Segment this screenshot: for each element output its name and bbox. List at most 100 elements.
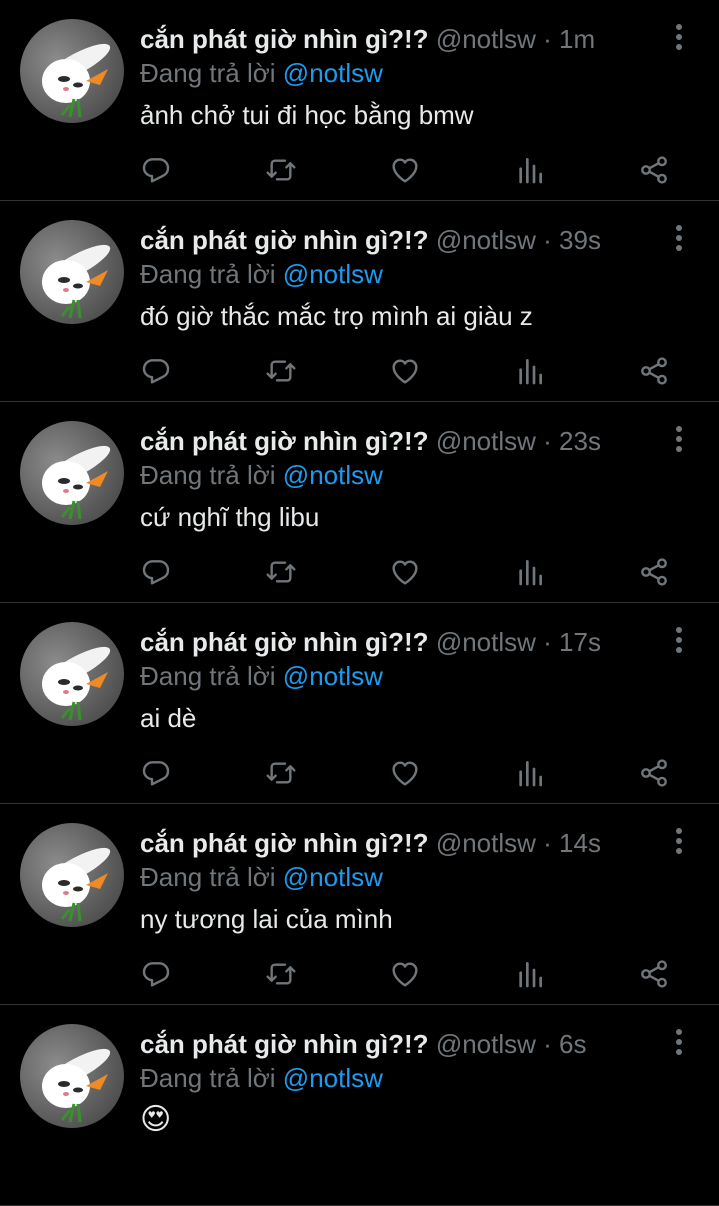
- reply-mention-link[interactable]: @notlsw: [283, 661, 383, 691]
- display-name[interactable]: cắn phát giờ nhìn gì?!?: [140, 426, 429, 456]
- reply-icon: [142, 962, 170, 987]
- reply-mention-link[interactable]: @notlsw: [283, 460, 383, 490]
- separator-dot: ·: [543, 828, 552, 858]
- avatar[interactable]: [20, 1024, 124, 1128]
- display-name[interactable]: cắn phát giờ nhìn gì?!?: [140, 225, 429, 255]
- avatar[interactable]: [20, 19, 124, 123]
- tweet[interactable]: cắn phát giờ nhìn gì?!? @notlsw · 39s Đa…: [0, 201, 719, 402]
- more-options-button[interactable]: [667, 625, 691, 655]
- user-handle[interactable]: @notlsw: [436, 627, 536, 657]
- avatar[interactable]: [20, 220, 124, 324]
- avatar[interactable]: [20, 823, 124, 927]
- reply-mention-link[interactable]: @notlsw: [283, 259, 383, 289]
- share-icon: [641, 156, 667, 184]
- separator-dot: ·: [543, 24, 552, 54]
- reply-button[interactable]: [138, 353, 174, 389]
- tweet-text: đó giờ thắc mắc trọ mình ai giàu z: [140, 301, 533, 331]
- replying-to: Đang trả lời @notlsw: [140, 56, 383, 90]
- user-handle[interactable]: @notlsw: [436, 426, 536, 456]
- heart-icon: [392, 158, 418, 183]
- more-vertical-icon: [676, 1029, 682, 1055]
- tweet[interactable]: cắn phát giờ nhìn gì?!? @notlsw · 23s Đa…: [0, 402, 719, 603]
- tweet[interactable]: cắn phát giờ nhìn gì?!? @notlsw · 17s Đa…: [0, 603, 719, 804]
- retweet-button[interactable]: [263, 956, 299, 992]
- more-options-button[interactable]: [667, 1027, 691, 1057]
- more-vertical-icon: [676, 828, 682, 854]
- more-options-button[interactable]: [667, 424, 691, 454]
- avatar[interactable]: [20, 622, 124, 726]
- timestamp[interactable]: 6s: [559, 1029, 586, 1059]
- display-name[interactable]: cắn phát giờ nhìn gì?!?: [140, 828, 429, 858]
- replying-to: Đang trả lời @notlsw: [140, 257, 383, 291]
- reply-button[interactable]: [138, 956, 174, 992]
- timeline: cắn phát giờ nhìn gì?!? @notlsw · 1m Đan…: [0, 0, 719, 1206]
- views-button[interactable]: [512, 755, 548, 791]
- reply-mention-link[interactable]: @notlsw: [283, 58, 383, 88]
- user-handle[interactable]: @notlsw: [436, 225, 536, 255]
- timestamp[interactable]: 1m: [559, 24, 595, 54]
- timestamp[interactable]: 14s: [559, 828, 601, 858]
- heart-icon: [392, 962, 418, 987]
- views-button[interactable]: [512, 554, 548, 590]
- retweet-button[interactable]: [263, 554, 299, 590]
- timestamp[interactable]: 39s: [559, 225, 601, 255]
- more-options-button[interactable]: [667, 826, 691, 856]
- share-button[interactable]: [636, 152, 672, 188]
- tweet-header: cắn phát giờ nhìn gì?!? @notlsw · 6s: [140, 1027, 587, 1061]
- reply-icon: [142, 560, 170, 585]
- reply-icon: [142, 158, 170, 183]
- share-button[interactable]: [636, 353, 672, 389]
- user-handle[interactable]: @notlsw: [436, 828, 536, 858]
- retweet-icon: [266, 360, 296, 382]
- tweet[interactable]: cắn phát giờ nhìn gì?!? @notlsw · 6s Đan…: [0, 1005, 719, 1206]
- display-name[interactable]: cắn phát giờ nhìn gì?!?: [140, 627, 429, 657]
- like-button[interactable]: [387, 956, 423, 992]
- reply-button[interactable]: [138, 152, 174, 188]
- display-name[interactable]: cắn phát giờ nhìn gì?!?: [140, 1029, 429, 1059]
- user-handle[interactable]: @notlsw: [436, 24, 536, 54]
- views-chart-icon: [519, 962, 542, 988]
- rabbit-avatar-image: [42, 1048, 111, 1123]
- replying-to-label: Đang trả lời: [140, 862, 276, 892]
- tweet-actions: [0, 152, 719, 188]
- more-options-button[interactable]: [667, 223, 691, 253]
- replying-to-label: Đang trả lời: [140, 58, 276, 88]
- share-button[interactable]: [636, 956, 672, 992]
- rabbit-avatar-image: [42, 847, 111, 922]
- reply-button[interactable]: [138, 755, 174, 791]
- share-icon: [641, 759, 667, 787]
- views-button[interactable]: [512, 152, 548, 188]
- timestamp[interactable]: 23s: [559, 426, 601, 456]
- tweet-header: cắn phát giờ nhìn gì?!? @notlsw · 14s: [140, 826, 601, 860]
- reply-button[interactable]: [138, 554, 174, 590]
- tweet-header: cắn phát giờ nhìn gì?!? @notlsw · 17s: [140, 625, 601, 659]
- reply-icon: [142, 359, 170, 384]
- like-button[interactable]: [387, 353, 423, 389]
- timestamp[interactable]: 17s: [559, 627, 601, 657]
- user-handle[interactable]: @notlsw: [436, 1029, 536, 1059]
- like-button[interactable]: [387, 554, 423, 590]
- reply-mention-link[interactable]: @notlsw: [283, 1063, 383, 1093]
- retweet-button[interactable]: [263, 353, 299, 389]
- replying-to: Đang trả lời @notlsw: [140, 1061, 383, 1095]
- rabbit-avatar-image: [42, 646, 111, 721]
- more-options-button[interactable]: [667, 22, 691, 52]
- share-button[interactable]: [636, 554, 672, 590]
- retweet-button[interactable]: [263, 755, 299, 791]
- display-name[interactable]: cắn phát giờ nhìn gì?!?: [140, 24, 429, 54]
- like-button[interactable]: [387, 755, 423, 791]
- like-button[interactable]: [387, 152, 423, 188]
- views-button[interactable]: [512, 956, 548, 992]
- reply-mention-link[interactable]: @notlsw: [283, 862, 383, 892]
- replying-to: Đang trả lời @notlsw: [140, 458, 383, 492]
- share-button[interactable]: [636, 755, 672, 791]
- replying-to-label: Đang trả lời: [140, 259, 276, 289]
- retweet-icon: [266, 159, 296, 181]
- views-button[interactable]: [512, 353, 548, 389]
- avatar[interactable]: [20, 421, 124, 525]
- replying-to-label: Đang trả lời: [140, 460, 276, 490]
- retweet-button[interactable]: [263, 152, 299, 188]
- tweet[interactable]: cắn phát giờ nhìn gì?!? @notlsw · 14s Đa…: [0, 804, 719, 1005]
- tweet[interactable]: cắn phát giờ nhìn gì?!? @notlsw · 1m Đan…: [0, 0, 719, 201]
- more-vertical-icon: [676, 426, 682, 452]
